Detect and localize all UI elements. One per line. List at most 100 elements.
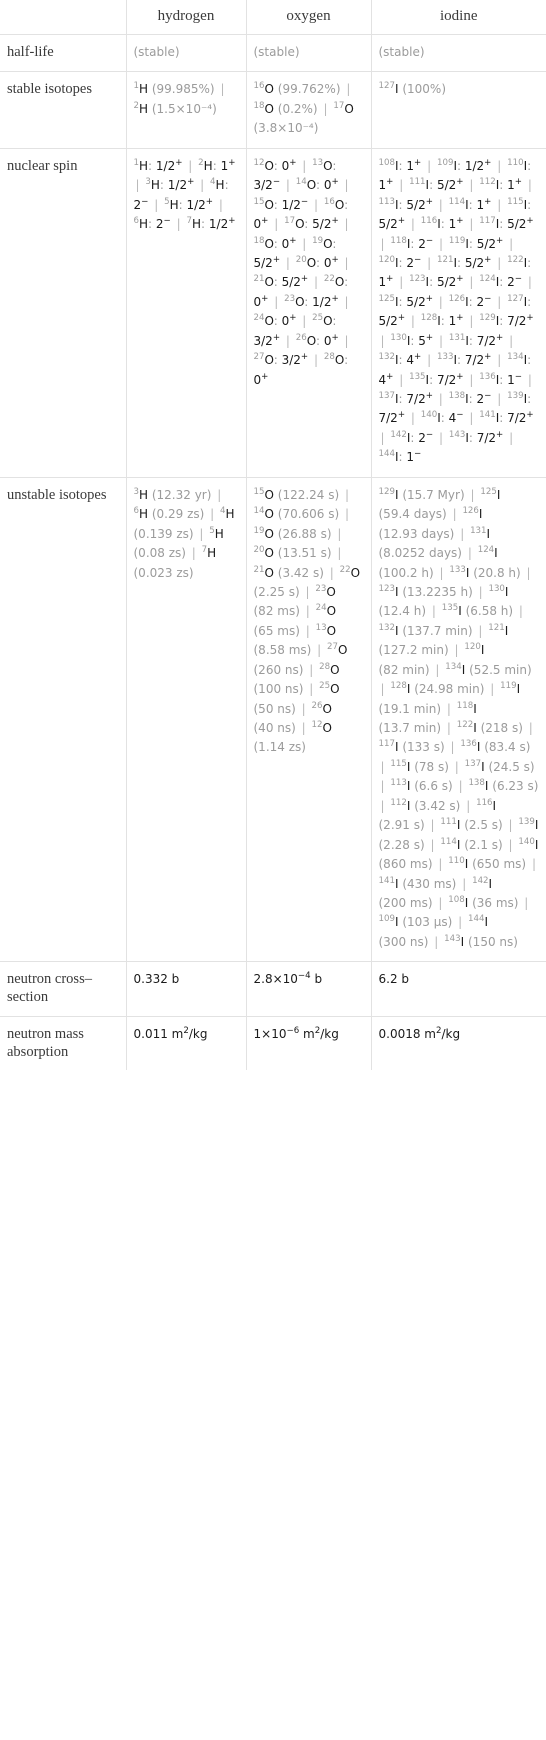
- isotope-colon: :: [304, 217, 309, 232]
- isotope-mass-number: 17: [333, 100, 345, 111]
- table-row-nuclear-spin: nuclear spin 1H: 1/2+ | 2H: 1+ | 3H: 1/2…: [0, 147, 546, 478]
- element-symbol: I: [496, 487, 501, 502]
- isotope-colon: :: [527, 392, 532, 406]
- isotope-colon: :: [315, 178, 321, 193]
- isotope-separator: |: [509, 236, 514, 251]
- element-symbol: H: [139, 507, 149, 522]
- isotope-separator: |: [469, 314, 474, 329]
- nuclear-spin-value: 2−: [507, 274, 522, 290]
- isotope-mass-number: 25: [312, 313, 324, 324]
- isotope-colon: :: [398, 294, 403, 309]
- isotope-symbol: 125I: [379, 294, 399, 308]
- isotope-mass-number: 124: [479, 274, 496, 285]
- element-symbol: I: [456, 818, 461, 833]
- isotope-separator: |: [323, 101, 328, 116]
- isotope-mass-number: 23: [315, 583, 327, 594]
- isotope-separator: |: [438, 895, 443, 910]
- isotope-colon: :: [456, 158, 462, 173]
- nuclear-spin-value: 7/2+: [476, 429, 504, 445]
- isotope-separator: |: [345, 507, 350, 522]
- isotope-mass-number: 116: [420, 216, 438, 227]
- neutron-cross-section-oxygen: 2.8×10−4 b: [245, 961, 372, 1017]
- isotope-symbol: 143I: [449, 431, 469, 445]
- isotope-colon: :: [429, 372, 434, 387]
- isotope-mass-number: 134: [445, 661, 462, 672]
- measurement-value: 2.8×10−4 b: [253, 971, 323, 987]
- isotope-symbol: 134I: [507, 353, 527, 367]
- isotope-separator: |: [497, 294, 502, 309]
- isotope-symbol: 19O: [312, 235, 332, 250]
- isotope-separator: |: [176, 217, 181, 232]
- isotope-symbol: 109I: [436, 157, 457, 172]
- isotope-symbol: 24O: [316, 604, 336, 618]
- isotope-mass-number: 16: [253, 81, 265, 92]
- element-symbol: I: [406, 682, 411, 697]
- element-symbol: H: [191, 217, 202, 232]
- unstable-isotopes-oxygen: 15O (122.24 s) | 14O (70.606 s) | 19O (2…: [245, 476, 372, 963]
- element-symbol: O: [306, 333, 316, 348]
- isotope-separator: |: [490, 682, 495, 697]
- nuclear-spin-value: 2−: [476, 391, 492, 406]
- isotope-symbol: 7H: [202, 546, 217, 560]
- table-row-half-life: half-life (stable) (stable) (stable): [0, 33, 546, 73]
- isotope-separator: |: [344, 217, 349, 232]
- row-label-stable-isotopes: stable isotopes: [0, 71, 127, 149]
- isotope-separator: |: [285, 178, 290, 193]
- isotope-half-life: (127.2 min): [378, 643, 449, 658]
- isotope-symbol: 114I: [449, 197, 469, 211]
- isotope-mass-number: 24: [315, 603, 327, 614]
- isotope-separator: |: [285, 333, 290, 348]
- isotope-symbol: 144I: [468, 915, 488, 929]
- nuclear-spin-value: 5/2+: [406, 196, 433, 212]
- isotope-separator: |: [399, 275, 404, 290]
- isotope-abundance: (99.762%): [277, 82, 341, 97]
- isotope-mass-number: 142: [390, 429, 407, 440]
- isotope-separator: |: [301, 701, 306, 716]
- nuclear-spin-value: 1/2+: [186, 196, 214, 212]
- isotope-symbol: 144I: [379, 450, 399, 464]
- element-symbol: I: [488, 876, 493, 891]
- isotope-separator: |: [399, 372, 404, 387]
- isotope-separator: |: [430, 837, 435, 852]
- isotope-half-life: (50 ns): [253, 701, 296, 716]
- nuclear-spin-value: 5/2+: [507, 216, 534, 232]
- isotope-colon: :: [499, 314, 504, 329]
- isotope-separator: |: [301, 721, 306, 735]
- isotope-symbol: 142I: [390, 431, 410, 445]
- isotope-colon: :: [468, 333, 473, 348]
- isotope-colon: :: [148, 217, 153, 232]
- isotope-symbol: 111I: [409, 178, 429, 192]
- element-symbol: I: [406, 779, 411, 794]
- isotope-symbol: 113I: [379, 197, 399, 211]
- nuclear-spin-value: 7/2+: [436, 371, 464, 387]
- isotope-mass-number: 116: [476, 797, 493, 808]
- isotope-mass-number: 141: [378, 875, 395, 886]
- isotope-colon: :: [398, 353, 403, 368]
- isotope-symbol: 143I: [444, 934, 464, 948]
- isotope-separator: |: [135, 178, 140, 193]
- element-symbol: O: [264, 526, 274, 541]
- isotope-separator: |: [344, 255, 349, 270]
- isotope-half-life: (3.42 s): [277, 565, 324, 580]
- isotope-mass-number: 23: [284, 293, 296, 304]
- isotope-half-life: (13.51 s): [277, 546, 332, 561]
- isotope-mass-number: 19: [312, 235, 324, 246]
- isotope-half-life: (6.23 s): [492, 779, 539, 794]
- isotope-half-life: (122.24 s): [277, 487, 340, 502]
- isotope-half-life: (300 ns): [378, 934, 429, 949]
- isotope-separator: |: [313, 353, 319, 368]
- isotope-colon: :: [429, 275, 434, 290]
- isotope-symbol: 117I: [379, 740, 399, 754]
- row-label-neutron-mass-absorption: neutron mass absorption: [0, 1015, 127, 1070]
- isotope-symbol: 108I: [448, 896, 468, 910]
- element-symbol: I: [486, 526, 491, 541]
- isotope-mass-number: 121: [488, 622, 505, 633]
- isotope-colon: :: [410, 236, 415, 251]
- element-symbol: O: [330, 682, 340, 697]
- isotope-mass-number: 21: [253, 274, 265, 285]
- isotope-separator: |: [438, 236, 444, 251]
- isotope-symbol: 118I: [390, 236, 410, 250]
- isotope-separator: |: [380, 798, 385, 813]
- isotope-separator: |: [305, 604, 310, 619]
- isotope-mass-number: 109: [436, 157, 454, 168]
